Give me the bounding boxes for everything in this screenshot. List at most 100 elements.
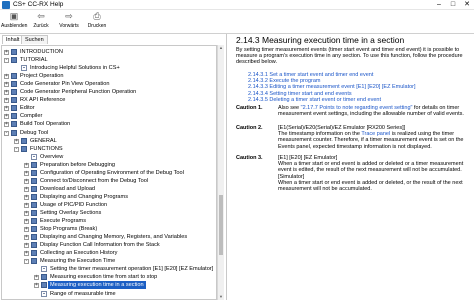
tree-item-label: Measuring execution time from start to s… (50, 274, 158, 281)
tree-item[interactable]: + RX API Reference (2, 96, 216, 104)
maximize-button[interactable]: □ (446, 0, 460, 10)
expand-icon[interactable]: + (34, 275, 39, 281)
tree-item-label: Connect to/Disconnect from the Debug Too… (40, 177, 149, 184)
tab-search[interactable]: Suchen (21, 35, 48, 44)
tree-item[interactable]: Introducing Helpful Solutions in CS+ (2, 64, 216, 72)
procedure-link[interactable]: 2.14.3.5 Deleting a timer start event or… (248, 97, 416, 103)
expand-icon[interactable]: + (24, 170, 29, 176)
tree-item[interactable]: - TUTORIAL (2, 56, 216, 64)
tree-item-label: Usage of PIC/PID Function (40, 201, 108, 208)
tree-item-label: Setting Overlay Sections (40, 210, 102, 216)
tree-item[interactable]: + Execute Programs (2, 217, 216, 225)
close-button[interactable]: ✕ (460, 0, 474, 10)
scroll-up-arrow-icon[interactable]: ▲ (218, 45, 224, 51)
tree-item[interactable]: - Debug Tool (2, 129, 216, 137)
tree-item[interactable]: + GENERAL (2, 137, 216, 145)
tree-item-label: Configuration of Operating Environment o… (40, 169, 184, 176)
expand-icon[interactable]: + (34, 283, 39, 289)
tree-item[interactable]: Range of measurable time (2, 290, 216, 298)
content-pane: 2.14.3 Measuring execution time in a sec… (236, 34, 472, 300)
expand-icon[interactable]: + (4, 50, 9, 55)
forward-arrow-icon: ⇨ (65, 11, 73, 21)
caution-link[interactable]: Trace panel (361, 131, 390, 137)
expand-icon[interactable]: + (14, 138, 19, 144)
caution-heading: Caution 1. (236, 105, 263, 111)
collapse-icon[interactable]: - (4, 58, 9, 64)
book-icon (21, 145, 27, 152)
procedure-link[interactable]: 2.14.3.3 Editing a timer measurement eve… (248, 84, 416, 90)
book-icon (31, 169, 37, 176)
tree-item[interactable]: + Setting Overlay Sections (2, 209, 216, 217)
expand-icon[interactable]: + (24, 235, 29, 241)
page-icon (31, 153, 37, 160)
collapse-icon[interactable]: - (4, 130, 9, 136)
expand-icon[interactable]: + (4, 90, 9, 96)
expand-icon[interactable]: + (24, 186, 29, 192)
book-icon (11, 97, 17, 104)
tree-item[interactable]: Setting the timer measurement operation … (2, 265, 216, 273)
expand-icon[interactable]: + (4, 114, 9, 120)
expand-icon[interactable]: + (24, 251, 29, 257)
expand-icon[interactable]: + (24, 178, 29, 184)
tree-item[interactable]: + Download and Upload (2, 185, 216, 193)
tree-item[interactable]: + Displaying and Changing Programs (2, 193, 216, 201)
book-icon (41, 282, 47, 289)
intro-paragraph: By setting timer measurement events (tim… (236, 47, 463, 66)
tree-item[interactable]: + Measuring execution time in a section (2, 281, 216, 290)
expand-icon[interactable]: + (24, 219, 29, 225)
expand-icon[interactable]: + (24, 227, 29, 233)
tree-item[interactable]: + Preparation before Debugging (2, 161, 216, 169)
expand-icon[interactable]: + (4, 82, 9, 88)
caution-link[interactable]: "2.17.7 Points to note regarding event s… (301, 105, 413, 111)
tree-item[interactable]: + INTRODUCTION (2, 48, 216, 56)
tree-item-label: Range of measurable time (50, 290, 116, 297)
tree-item[interactable]: + Displaying and Changing Memory, Registe… (2, 233, 216, 241)
tree-item[interactable]: + Code Generator Peripheral Function Oper… (2, 88, 216, 96)
expand-icon[interactable]: + (24, 194, 29, 200)
minimize-button[interactable]: – (432, 0, 446, 10)
expand-icon[interactable]: + (4, 74, 9, 80)
book-icon (31, 226, 37, 233)
back-button[interactable]: ⇦ Zurück (30, 12, 52, 33)
print-button[interactable]: ⎙ Drucken (86, 12, 108, 33)
collapse-icon[interactable]: - (14, 146, 19, 152)
scroll-thumb[interactable] (219, 195, 223, 255)
expand-icon[interactable]: + (4, 106, 9, 112)
expand-icon[interactable]: + (24, 202, 29, 208)
book-icon (11, 129, 17, 136)
tree-item[interactable]: Overview (2, 153, 216, 161)
tree-item[interactable]: + Project Operation (2, 72, 216, 80)
tree-item-label: Collecting an Execution History (40, 250, 118, 257)
caution-body: [E1] [E20] [EZ Emulator] When a timer sta… (278, 155, 464, 193)
expand-icon[interactable]: + (24, 211, 29, 216)
tree-item[interactable]: + Collecting an Execution History (2, 249, 216, 257)
expand-icon[interactable]: + (4, 98, 9, 104)
tree-item[interactable]: + Editor (2, 104, 216, 112)
tree-item[interactable]: - Measuring the Execution Time (2, 257, 216, 265)
expand-icon[interactable]: + (4, 122, 9, 128)
tree-item[interactable]: + Usage of PIC/PID Function (2, 201, 216, 209)
tree-item-label: Debug Tool (20, 129, 49, 136)
book-icon (21, 137, 27, 144)
forward-button[interactable]: ⇨ Vorwärts (58, 12, 80, 33)
tree-item[interactable]: + Configuration of Operating Environment … (2, 169, 216, 177)
tree-item[interactable]: + Code Generator Pin View Operation (2, 80, 216, 88)
tree-item[interactable]: + Compiler (2, 112, 216, 120)
hide-button[interactable]: ▣ Ausblenden (1, 12, 27, 33)
collapse-icon[interactable]: - (24, 259, 29, 265)
tree-item[interactable]: - FUNCTIONS (2, 145, 216, 153)
tree-item-label: Editor (20, 105, 35, 112)
book-icon (31, 218, 37, 225)
tree-scrollbar[interactable]: ▲ ▼ (217, 45, 224, 300)
expand-icon[interactable]: + (24, 243, 29, 249)
app-icon (2, 1, 10, 9)
book-icon (11, 113, 17, 120)
tree-item[interactable]: + Stop Programs (Break) (2, 225, 216, 233)
tree-item[interactable]: + Connect to/Disconnect from the Debug To… (2, 177, 216, 185)
tree-item[interactable]: + Build Tool Operation (2, 120, 216, 128)
expand-icon[interactable]: + (24, 162, 29, 168)
window-title: CS+ CC-RX Help (13, 1, 64, 8)
scroll-down-arrow-icon[interactable]: ▼ (218, 294, 224, 300)
tree-item[interactable]: + Measuring execution time from start to … (2, 273, 216, 281)
tree-item[interactable]: + Display Function Call Information from … (2, 241, 216, 249)
